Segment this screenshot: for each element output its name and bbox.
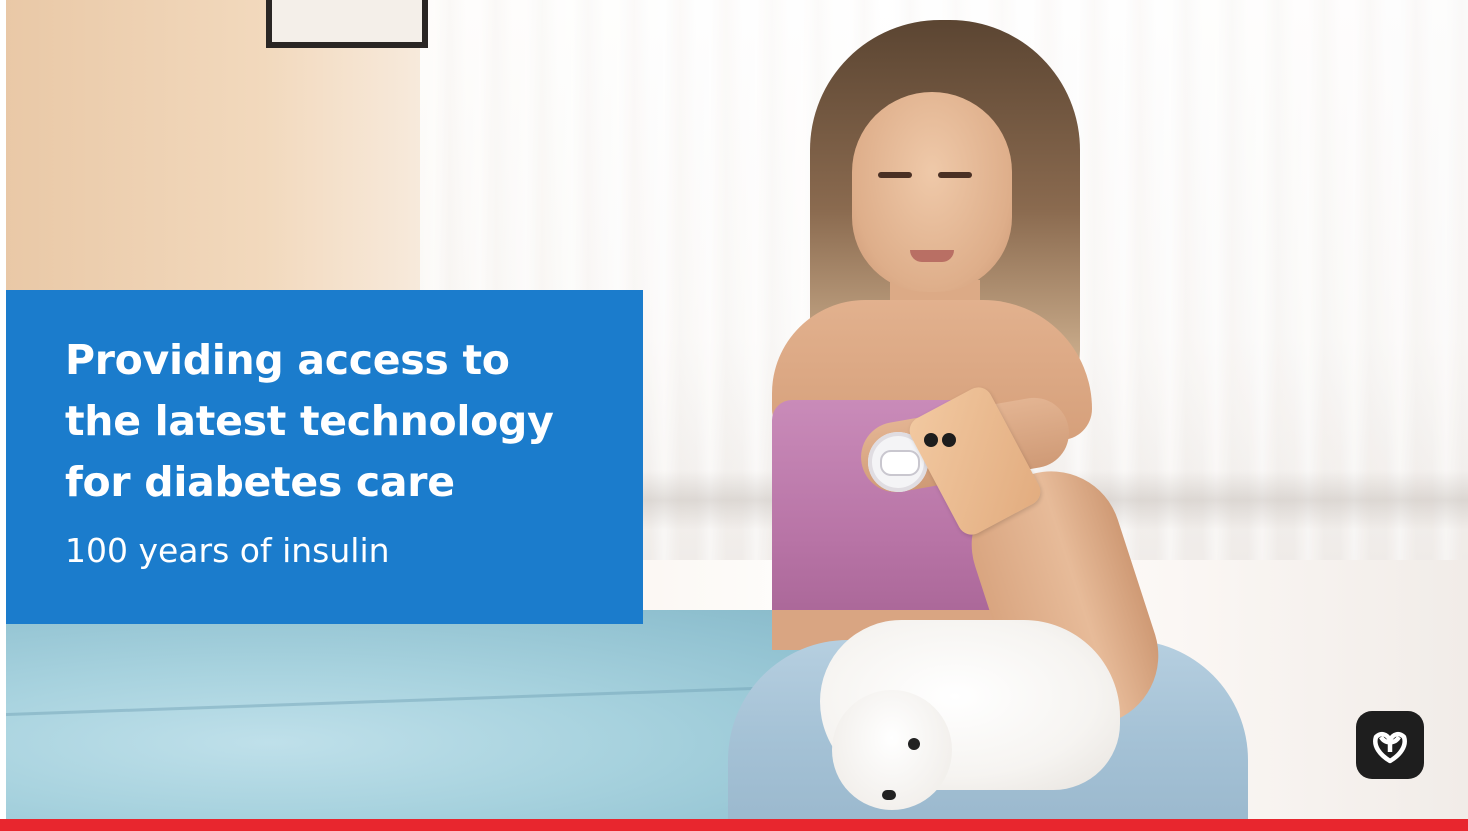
headline-panel: Providing access to the latest technolog…	[6, 290, 643, 624]
ontario-trillium-icon	[1373, 731, 1407, 764]
phone-camera-lens	[924, 433, 938, 447]
left-eye	[878, 172, 912, 178]
subheadline: 100 years of insulin	[65, 531, 390, 570]
lips	[910, 250, 954, 262]
banner: Providing access to the latest technolog…	[0, 0, 1468, 831]
ontario-logo	[1356, 711, 1424, 779]
puppy-nose	[882, 790, 896, 800]
puppy-eye	[908, 738, 920, 750]
headline: Providing access to the latest technolog…	[65, 336, 554, 506]
wall-picture-frame	[266, 0, 428, 48]
glucose-sensor-center	[880, 450, 920, 476]
phone-camera-lens	[942, 433, 956, 447]
right-eye	[938, 172, 972, 178]
face	[852, 92, 1012, 292]
accent-bar	[0, 819, 1468, 831]
